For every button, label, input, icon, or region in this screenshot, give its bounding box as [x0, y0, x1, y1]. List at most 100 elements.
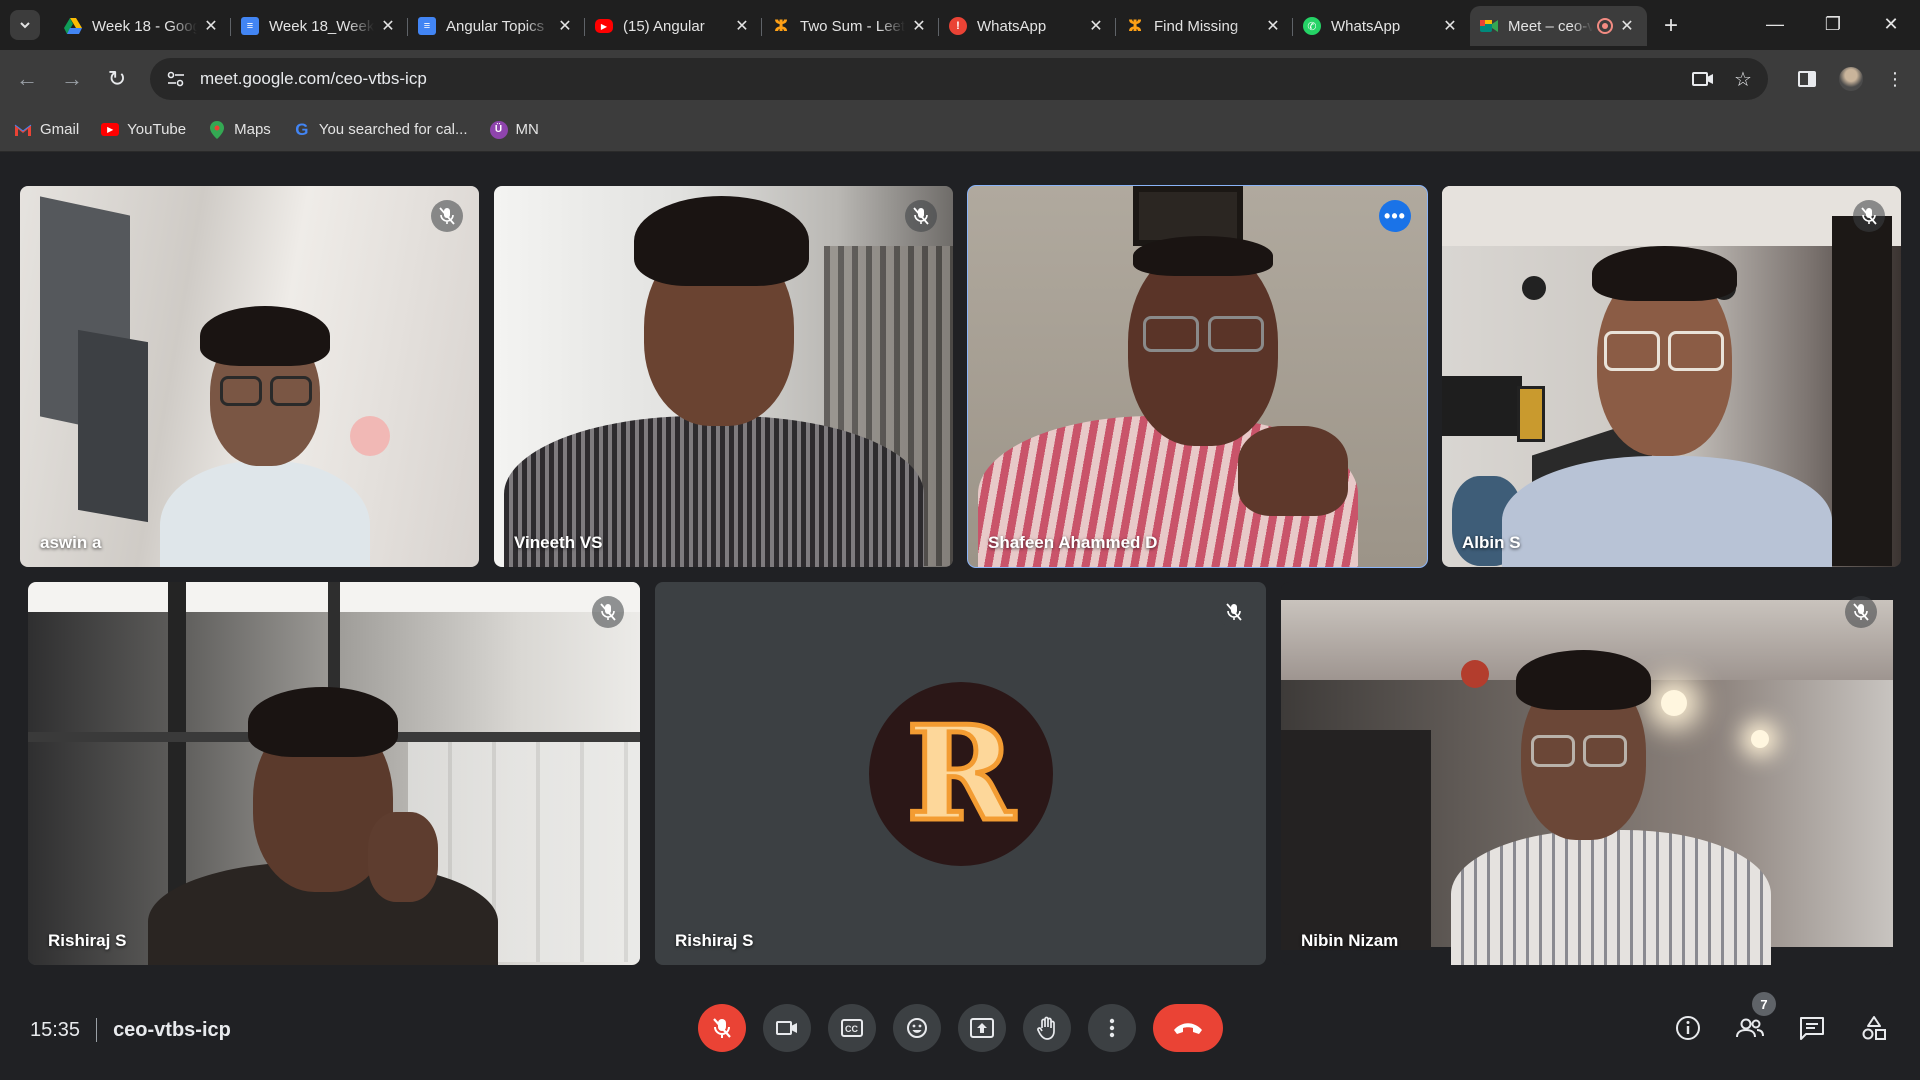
more-vert-icon — [1109, 1018, 1115, 1038]
hang-up-icon — [1174, 1023, 1202, 1034]
raise-hand-icon — [1037, 1016, 1055, 1040]
google-icon: G — [295, 119, 309, 139]
meeting-info: 15:35 ceo-vtbs-icp — [30, 1018, 231, 1042]
side-panel-icon[interactable] — [1792, 64, 1822, 94]
menu-kebab-icon[interactable]: ⋮ — [1880, 64, 1910, 94]
participant-tile[interactable]: Albin S — [1442, 186, 1901, 567]
participant-tile[interactable]: Vineeth VS — [494, 186, 953, 567]
window-controls: — ❐ ✕ — [1746, 0, 1920, 48]
address-bar[interactable]: meet.google.com/ceo-vtbs-icp ☆ — [150, 58, 1768, 100]
people-icon — [1736, 1018, 1764, 1038]
emoji-icon — [907, 1018, 927, 1038]
bookmarks-bar: Gmail ▶ YouTube Maps G You searched for … — [0, 108, 1920, 152]
video-feed — [1442, 186, 1901, 567]
mic-off-icon — [431, 200, 463, 232]
forward-icon[interactable]: → — [57, 64, 87, 94]
tab-close-icon[interactable]: ✕ — [732, 16, 752, 36]
meeting-code: ceo-vtbs-icp — [113, 1018, 231, 1041]
mic-off-icon — [1845, 596, 1877, 628]
site-info-icon[interactable] — [158, 64, 194, 94]
raise-hand-button[interactable] — [1023, 1004, 1071, 1052]
tab-close-icon[interactable]: ✕ — [201, 16, 221, 36]
present-screen-button[interactable] — [958, 1004, 1006, 1052]
video-feed — [968, 186, 1427, 567]
bookmark-mn[interactable]: Ü MN — [489, 120, 539, 139]
google-docs-icon: ≡ — [418, 17, 436, 35]
tab-close-icon[interactable]: ✕ — [1617, 16, 1637, 36]
tab-close-icon[interactable]: ✕ — [1086, 16, 1106, 36]
tab-close-icon[interactable]: ✕ — [1263, 16, 1283, 36]
participant-avatar: R — [868, 681, 1053, 866]
chat-button[interactable] — [1792, 1004, 1832, 1052]
microphone-toggle-button[interactable] — [698, 1004, 746, 1052]
participant-name: Rishiraj S — [675, 931, 754, 950]
reload-icon[interactable]: ↻ — [102, 64, 132, 94]
google-meet-icon — [1480, 17, 1498, 35]
youtube-icon: ▶ — [595, 19, 613, 33]
browser-toolbar: ← → ↻ meet.google.com/ceo-vtbs-icp ☆ ⋮ — [0, 50, 1920, 108]
tab-close-icon[interactable]: ✕ — [909, 16, 929, 36]
current-time: 15:35 — [30, 1018, 81, 1041]
participant-tile-active-speaker[interactable]: ••• Shafeen Ahammed D — [967, 185, 1428, 568]
participant-tile-avatar[interactable]: R Rishiraj S — [655, 582, 1266, 965]
participant-tile[interactable]: Rishiraj S — [28, 582, 640, 965]
tab-google-meet[interactable]: Meet – ceo-vtbs-icp ✕ — [1470, 6, 1647, 46]
closed-captions-icon: CC — [841, 1019, 863, 1037]
meeting-details-button[interactable] — [1668, 1004, 1708, 1052]
whatsapp-icon: ✆ — [1303, 17, 1321, 35]
bookmark-youtube[interactable]: ▶ YouTube — [101, 121, 186, 138]
tab-google-drive[interactable]: Week 18 - Google Drive ✕ — [54, 6, 231, 46]
back-icon[interactable]: ← — [12, 64, 42, 94]
camera-icon — [776, 1021, 797, 1035]
video-feed — [28, 582, 640, 965]
tab-angular-topics[interactable]: ≡ Angular Topics ✕ — [408, 6, 585, 46]
tab-week-review[interactable]: ≡ Week 18_Week Review ✕ — [231, 6, 408, 46]
participant-tile[interactable]: aswin a — [20, 186, 479, 567]
call-controls: CC — [698, 1004, 1223, 1052]
tab-close-icon[interactable]: ✕ — [555, 16, 575, 36]
tab-youtube-angular[interactable]: ▶ (15) Angular ✕ — [585, 6, 762, 46]
tab-find-missing[interactable]: ⵣ Find Missing ✕ — [1116, 6, 1293, 46]
activities-button[interactable] — [1854, 1004, 1894, 1052]
leave-call-button[interactable] — [1153, 1004, 1223, 1052]
minimize-icon[interactable]: — — [1746, 0, 1804, 48]
tab-strip: Week 18 - Google Drive ✕ ≡ Week 18_Week … — [0, 0, 1920, 50]
bookmark-gmail[interactable]: Gmail — [14, 121, 79, 139]
profile-avatar-icon[interactable] — [1836, 64, 1866, 94]
more-options-icon[interactable]: ••• — [1379, 200, 1411, 232]
more-options-button[interactable] — [1088, 1004, 1136, 1052]
participant-name: Nibin Nizam — [1301, 931, 1399, 950]
camera-in-use-icon[interactable] — [1690, 66, 1716, 92]
tab-close-icon[interactable]: ✕ — [1440, 16, 1460, 36]
bookmark-google-search[interactable]: G You searched for cal... — [293, 119, 467, 139]
video-feed — [20, 186, 479, 567]
chevron-down-icon — [20, 22, 30, 29]
tab-close-icon[interactable]: ✕ — [378, 16, 398, 36]
reactions-button[interactable] — [893, 1004, 941, 1052]
tab-list: Week 18 - Google Drive ✕ ≡ Week 18_Week … — [54, 6, 1689, 46]
participant-tile[interactable]: Nibin Nizam — [1281, 582, 1893, 965]
chat-icon — [1800, 1017, 1824, 1040]
bookmark-star-icon[interactable]: ☆ — [1730, 66, 1756, 92]
camera-toggle-button[interactable] — [763, 1004, 811, 1052]
tab-whatsapp-2[interactable]: ✆ WhatsApp ✕ — [1293, 6, 1470, 46]
participant-name: aswin a — [40, 533, 102, 552]
captions-button[interactable]: CC — [828, 1004, 876, 1052]
restore-icon[interactable]: ❐ — [1804, 0, 1862, 48]
participant-name: Albin S — [1462, 533, 1521, 552]
tab-whatsapp-1[interactable]: ! WhatsApp ✕ — [939, 6, 1116, 46]
new-tab-button[interactable]: + — [1653, 8, 1689, 44]
tab-search-button[interactable] — [10, 10, 40, 40]
bookmark-maps[interactable]: Maps — [208, 120, 271, 139]
omnibox-actions: ☆ — [1690, 66, 1756, 92]
meet-stage: aswin a Vineeth VS ••• Shafeen Ahammed D… — [0, 152, 1920, 1080]
participant-name: Rishiraj S — [48, 931, 127, 950]
gmail-icon — [14, 121, 32, 139]
google-docs-icon: ≡ — [241, 17, 259, 35]
tab-two-sum[interactable]: ⵣ Two Sum - LeetCode ✕ — [762, 6, 939, 46]
alert-icon: ! — [949, 17, 967, 35]
mic-off-icon — [905, 200, 937, 232]
close-window-icon[interactable]: ✕ — [1862, 0, 1920, 48]
mic-off-icon — [713, 1018, 731, 1038]
people-button[interactable]: 7 — [1730, 992, 1776, 1052]
